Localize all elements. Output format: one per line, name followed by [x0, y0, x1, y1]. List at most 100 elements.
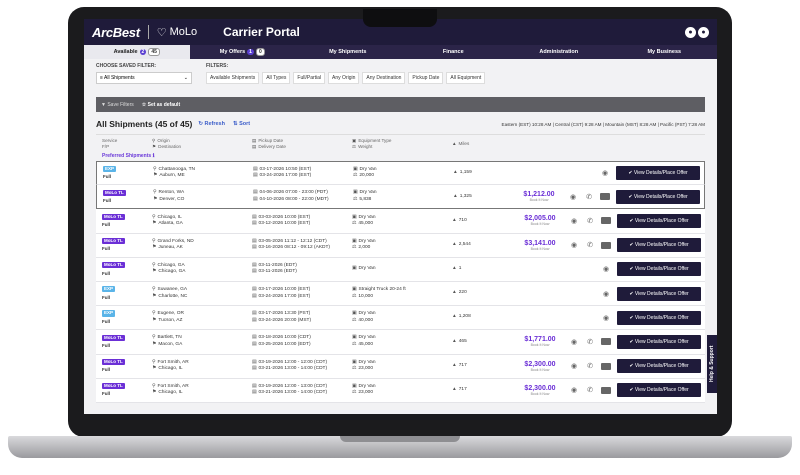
- email-icon[interactable]: [601, 362, 611, 370]
- col-miles[interactable]: ▲ Miles: [452, 141, 512, 147]
- phone-icon[interactable]: ✆: [585, 338, 595, 346]
- view-details-button[interactable]: ✔ View Details/Place Offer: [617, 238, 701, 253]
- tab-label: Finance: [442, 49, 464, 55]
- equipment-text: Dry Van: [358, 266, 376, 272]
- phone-icon[interactable]: ✆: [585, 362, 595, 370]
- hide-eye-icon[interactable]: ◉: [569, 386, 579, 394]
- user-menu[interactable]: ● ●: [685, 26, 709, 38]
- col-equipment[interactable]: ▣ Equipment Type ⚖ Weight: [352, 138, 452, 150]
- set-default-button[interactable]: ☆ Set as default: [142, 102, 180, 108]
- help-support-tab[interactable]: Help & Support: [707, 335, 717, 393]
- calendar-icon: ▤: [252, 366, 257, 372]
- miles-cell: ▲ 717: [452, 363, 512, 369]
- phone-icon[interactable]: ✆: [585, 386, 595, 394]
- phone-icon[interactable]: ✆: [584, 193, 594, 201]
- notification-icon[interactable]: ●: [685, 26, 696, 38]
- email-icon[interactable]: [600, 193, 610, 201]
- filter-chip[interactable]: All Types: [262, 72, 291, 84]
- hide-eye-icon[interactable]: ◉: [569, 362, 579, 370]
- email-icon[interactable]: [601, 241, 611, 249]
- service-cell: MoLo TL Full: [102, 358, 152, 374]
- book-price[interactable]: $2,300.00 Book It Now: [517, 361, 563, 372]
- shipment-row[interactable]: MoLo TL Full ⚲ Fort Smith, AR ⚑ Chicago, IL ▤ 0…: [96, 378, 705, 403]
- email-icon[interactable]: [601, 338, 611, 346]
- destination-text: Chicago, GA: [158, 269, 186, 275]
- hide-eye-icon[interactable]: ◉: [601, 314, 611, 322]
- hide-eye-icon[interactable]: ◉: [601, 265, 611, 273]
- delivery-text: 04-10-2026 08:00 - 22:00 (MDT): [259, 196, 329, 202]
- book-price[interactable]: $3,141.00 Book It Now: [517, 240, 563, 251]
- book-price[interactable]: $2,300.00 Book It Now: [517, 385, 563, 396]
- phone-icon[interactable]: ✆: [585, 241, 595, 249]
- view-details-button[interactable]: ✔ View Details/Place Offer: [617, 383, 701, 398]
- filter-chip[interactable]: Any Destination: [362, 72, 406, 84]
- shipment-row[interactable]: EXP Full ⚲ Eugene, OR ⚑ Tucson, AZ ▤ 03-17-2026…: [96, 306, 705, 331]
- view-details-button[interactable]: ✔ View Details/Place Offer: [617, 359, 701, 374]
- flag-icon: ⚑: [152, 245, 157, 251]
- tab-my-shipments[interactable]: My Shipments: [295, 45, 401, 59]
- view-details-button[interactable]: ✔ View Details/Place Offer: [617, 334, 701, 349]
- hide-eye-icon[interactable]: ◉: [568, 193, 578, 201]
- shipment-row[interactable]: MoLo TL Full ⚲ Fort Smith, AR ⚑ Chicago, IL ▤ 0…: [96, 354, 705, 379]
- tab-my-business[interactable]: My Business: [612, 45, 718, 59]
- tab-my-offers[interactable]: My Offers 1 0: [190, 45, 296, 59]
- col-text: Origin: [157, 138, 170, 144]
- chevron-down-icon: ⌄: [183, 75, 188, 81]
- view-details-button[interactable]: ✔ View Details/Place Offer: [617, 286, 701, 301]
- weight: ⚖ 10,000: [352, 294, 452, 300]
- user-avatar-icon[interactable]: ●: [698, 26, 709, 38]
- row-actions: $2,300.00 Book It Now ◉ ✆ ✔ View Details/Pla…: [512, 359, 705, 374]
- col-text: Weight: [358, 144, 373, 149]
- save-filters-button[interactable]: ▼ Save Filters: [101, 102, 134, 108]
- hide-eye-icon[interactable]: ◉: [569, 241, 579, 249]
- hide-eye-icon[interactable]: ◉: [601, 290, 611, 298]
- saved-filter-select[interactable]: ≡ All Shipments ⌄: [96, 72, 192, 84]
- tab-available[interactable]: Available 2 45: [84, 45, 190, 59]
- tab-finance[interactable]: Finance: [401, 45, 507, 59]
- tab-label: My Shipments: [329, 49, 367, 55]
- shipment-row[interactable]: MoLo TL Full ⚲ Chicago, GA ⚑ Chicago, GA ▤ 03-1…: [96, 257, 705, 282]
- origin-text: Chicago, GA: [157, 262, 185, 268]
- view-details-button[interactable]: ✔ View Details/Place Offer: [616, 189, 700, 204]
- phone-icon[interactable]: ✆: [585, 217, 595, 225]
- email-icon[interactable]: [601, 217, 611, 225]
- book-price[interactable]: $2,005.00 Book It Now: [517, 215, 563, 226]
- hide-eye-icon[interactable]: ◉: [569, 338, 579, 346]
- truck-icon: ▣: [352, 311, 357, 317]
- miles-text: 717: [458, 362, 467, 368]
- shipment-row[interactable]: MoLo TL Full ⚲ Renton, WA ⚑ Denver, CO ▤ 04-06-…: [96, 185, 705, 210]
- filter-chip[interactable]: Any Origin: [328, 72, 360, 84]
- road-icon: ▲: [452, 241, 457, 247]
- delivery-date: ▤ 03-24-2026 17:00 (EST): [252, 294, 352, 300]
- filter-chip[interactable]: Full/Partial: [293, 72, 326, 84]
- hide-eye-icon[interactable]: ◉: [600, 169, 610, 177]
- book-price[interactable]: $1,771.00 Book It Now: [517, 336, 563, 347]
- shipment-row[interactable]: EXP Full ⚲ Suwanee, GA ⚑ Charlotte, NC ▤ 03-17-…: [96, 281, 705, 307]
- col-dates[interactable]: ▤ Pickup Date ▤ Delivery Date: [252, 138, 352, 150]
- shipment-row[interactable]: MoLo TL Full ⚲ Grand Forks, ND ⚑ Juneau, AK ▤ 0…: [96, 233, 705, 258]
- email-icon[interactable]: [601, 386, 611, 394]
- pin-icon: ⚲: [152, 335, 156, 341]
- service-cell: EXP Full: [103, 165, 153, 181]
- filter-chip[interactable]: Available Shipments: [206, 72, 260, 84]
- row-actions: $2,300.00 Book It Now ◉ ✆ ✔ View Details/Pla…: [512, 383, 705, 398]
- weight-text: 40,000: [358, 317, 373, 323]
- filter-chip[interactable]: Pickup Date: [408, 72, 444, 84]
- sort-button[interactable]: ⇅ Sort: [233, 121, 250, 127]
- shipment-row[interactable]: EXP Full ⚲ Chattanooga, TN ⚑ Auburn, ME ▤ 03-17…: [96, 161, 705, 186]
- view-details-button[interactable]: ✔ View Details/Place Offer: [617, 213, 701, 228]
- hide-eye-icon[interactable]: ◉: [569, 217, 579, 225]
- shipment-row[interactable]: MoLo TL Full ⚲ Chicago, IL ⚑ Atlanta, GA ▤ 03-0…: [96, 209, 705, 234]
- book-price[interactable]: $1,212.00 Book It Now: [516, 191, 562, 202]
- refresh-button[interactable]: ↻ Refresh: [198, 121, 225, 127]
- location-cell: ⚲ Fort Smith, AR ⚑ Chicago, IL: [152, 384, 252, 397]
- col-origin[interactable]: ⚲ Origin ⚑ Destination: [152, 138, 252, 150]
- shipment-row[interactable]: MoLo TL Full ⚲ Bartlett, TN ⚑ Macon, GA ▤ 03-18…: [96, 330, 705, 355]
- price-amount: $2,300.00: [524, 384, 556, 392]
- tab-administration[interactable]: Administration: [506, 45, 612, 59]
- view-details-button[interactable]: ✔ View Details/Place Offer: [617, 262, 701, 277]
- filter-chip[interactable]: All Equipment: [446, 72, 486, 84]
- view-details-button[interactable]: ✔ View Details/Place Offer: [616, 166, 700, 181]
- view-details-button[interactable]: ✔ View Details/Place Offer: [617, 310, 701, 325]
- origin-text: Fort Smith, AR: [157, 359, 189, 365]
